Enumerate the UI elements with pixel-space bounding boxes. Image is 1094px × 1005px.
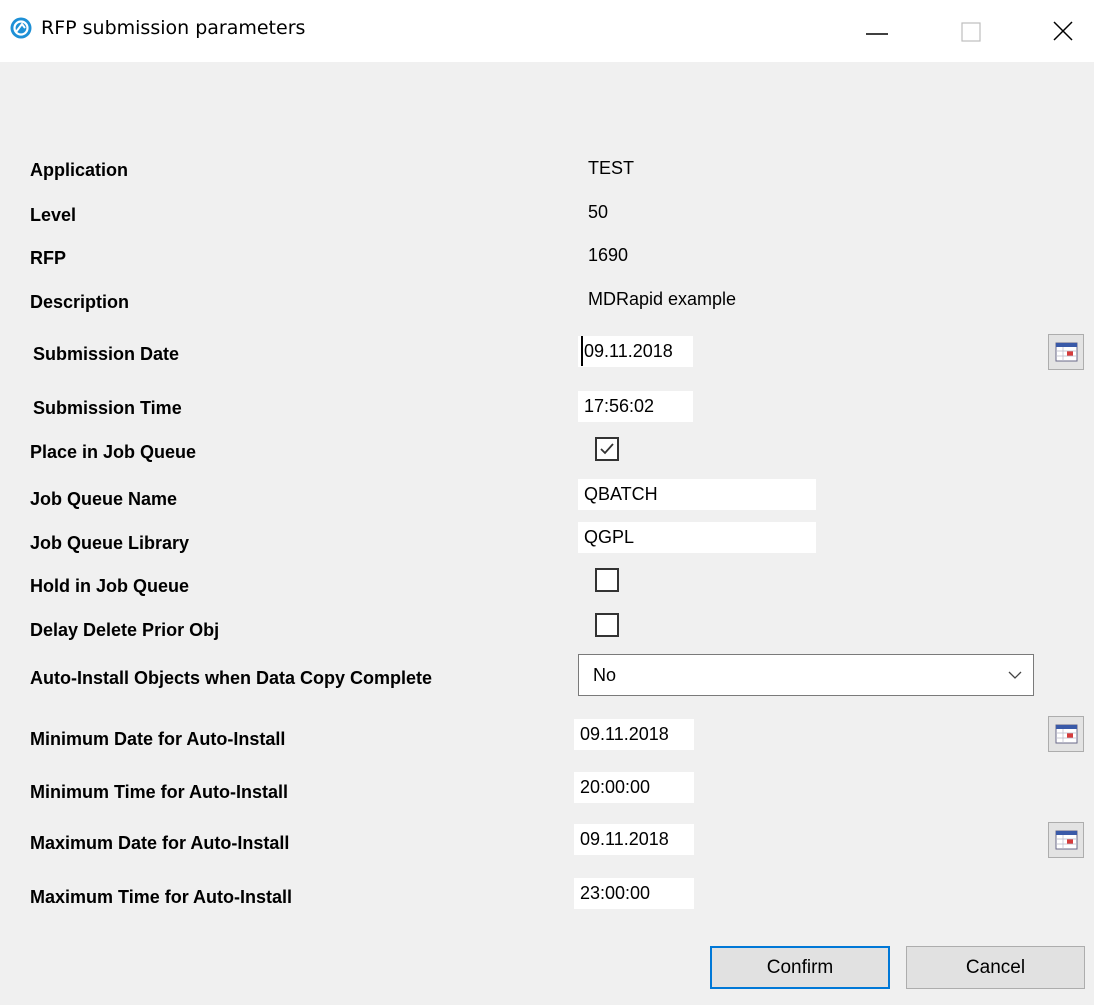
min-time-label: Minimum Time for Auto-Install	[30, 782, 289, 802]
max-time-field[interactable]: 23:00:00	[574, 878, 694, 909]
text-cursor	[581, 336, 583, 366]
window-title: RFP submission parameters	[41, 17, 306, 39]
min-time-field[interactable]: 20:00:00	[574, 772, 694, 803]
submission-date-label: Submission Date	[33, 344, 180, 364]
auto-install-selected-value: No	[593, 665, 617, 685]
maximize-button[interactable]	[940, 0, 1000, 62]
max-date-field[interactable]: 09.11.2018	[574, 824, 694, 855]
auto-install-select[interactable]: No	[578, 654, 1034, 696]
job-queue-name-label: Job Queue Name	[30, 489, 178, 509]
rfp-label: RFP	[30, 248, 66, 268]
description-value: MDRapid example	[588, 289, 737, 309]
hold-in-job-queue-label: Hold in Job Queue	[30, 576, 190, 596]
confirm-button[interactable]: Confirm	[710, 946, 890, 989]
minimize-button[interactable]	[848, 0, 908, 62]
close-icon	[1053, 21, 1073, 41]
min-date-calendar-button[interactable]	[1048, 716, 1084, 752]
hold-in-job-queue-checkbox[interactable]	[595, 568, 619, 592]
level-value: 50	[588, 202, 609, 222]
auto-install-label: Auto-Install Objects when Data Copy Comp…	[30, 668, 433, 688]
application-value: TEST	[588, 158, 635, 178]
app-logo-icon	[10, 17, 32, 39]
job-queue-library-label: Job Queue Library	[30, 533, 190, 553]
calendar-icon	[1055, 342, 1078, 362]
delay-delete-prior-obj-label: Delay Delete Prior Obj	[30, 620, 220, 640]
cancel-button[interactable]: Cancel	[906, 946, 1085, 989]
application-label: Application	[30, 160, 128, 180]
max-time-label: Maximum Time for Auto-Install	[30, 887, 293, 907]
maximize-icon	[961, 22, 981, 42]
checkmark-icon	[600, 443, 614, 455]
job-queue-name-field[interactable]: QBATCH	[578, 479, 816, 510]
calendar-icon	[1055, 724, 1078, 744]
max-date-label: Maximum Date for Auto-Install	[30, 833, 290, 853]
place-in-job-queue-label: Place in Job Queue	[30, 442, 197, 462]
submission-time-field[interactable]: 17:56:02	[578, 391, 693, 422]
submission-date-calendar-button[interactable]	[1048, 334, 1084, 370]
level-label: Level	[30, 205, 77, 225]
min-date-label: Minimum Date for Auto-Install	[30, 729, 286, 749]
min-date-field[interactable]: 09.11.2018	[574, 719, 694, 750]
calendar-icon	[1055, 830, 1078, 850]
close-button[interactable]	[1034, 0, 1094, 62]
title-bar: RFP submission parameters	[0, 0, 1094, 62]
submission-date-field[interactable]: 09.11.2018	[578, 336, 693, 367]
rfp-value: 1690	[588, 245, 629, 265]
submission-time-label: Submission Time	[33, 398, 182, 418]
description-label: Description	[30, 292, 130, 312]
delay-delete-prior-obj-checkbox[interactable]	[595, 613, 619, 637]
chevron-down-icon	[1008, 671, 1022, 679]
job-queue-library-field[interactable]: QGPL	[578, 522, 816, 553]
minimize-icon	[866, 33, 888, 35]
max-date-calendar-button[interactable]	[1048, 822, 1084, 858]
place-in-job-queue-checkbox[interactable]	[595, 437, 619, 461]
